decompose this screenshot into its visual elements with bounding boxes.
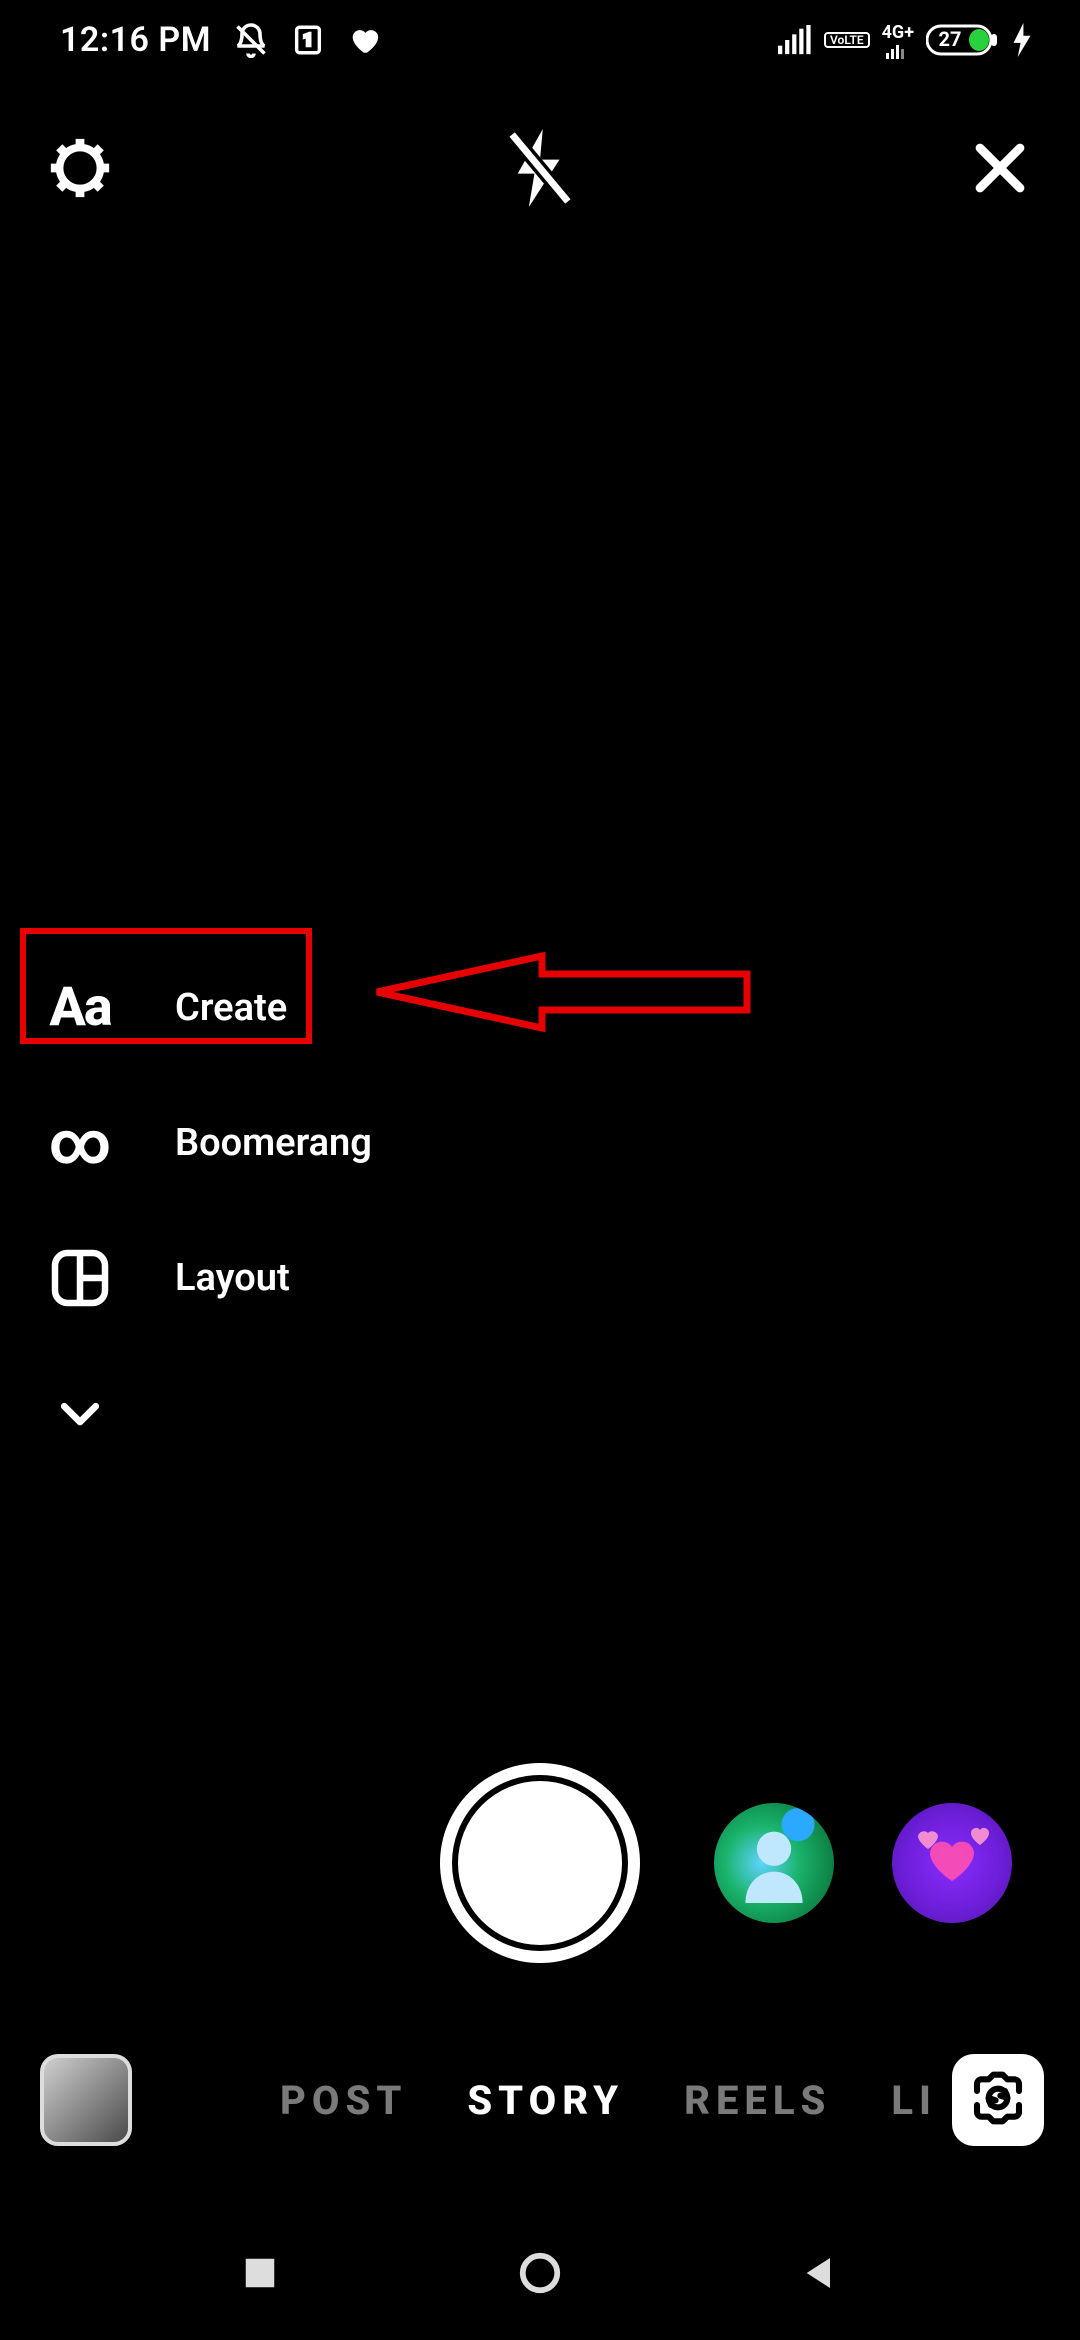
- side-item-label: Create: [175, 986, 287, 1030]
- layout-icon: [40, 1248, 120, 1308]
- camera-switch-icon: [970, 2070, 1026, 2130]
- text-aa-icon: Aa: [40, 976, 120, 1039]
- network-label: 4G+: [882, 22, 914, 43]
- side-item-label: Layout: [175, 1256, 290, 1300]
- mode-live[interactable]: LIVE: [891, 2077, 931, 2124]
- side-item-create[interactable]: Aa Create: [40, 940, 372, 1075]
- gallery-thumbnail[interactable]: [40, 2054, 132, 2146]
- network-4g-icon: 4G+: [882, 22, 914, 59]
- svg-text:27: 27: [939, 27, 962, 51]
- nav-recent-button[interactable]: [230, 2245, 290, 2305]
- android-navigation-bar: [0, 2210, 1080, 2340]
- side-item-label: Boomerang: [175, 1121, 372, 1165]
- square-icon: [241, 2254, 279, 2296]
- story-side-menu: Aa Create ∞ Boomerang Layout: [40, 940, 372, 1480]
- side-menu-more[interactable]: [40, 1345, 372, 1480]
- annotation-arrow-icon: [372, 952, 752, 1032]
- effect-avatar[interactable]: [714, 1803, 834, 1923]
- heart-icon: [347, 23, 381, 57]
- shutter-row: [0, 1763, 1080, 1963]
- infinity-icon: ∞: [40, 1107, 120, 1178]
- side-item-boomerang[interactable]: ∞ Boomerang: [40, 1075, 372, 1210]
- camera-top-bar: [0, 110, 1080, 230]
- svg-text:1: 1: [303, 31, 313, 51]
- capture-modes: POST STORY REELS LIVE: [280, 2077, 931, 2124]
- effect-hearts[interactable]: [892, 1803, 1012, 1923]
- flash-off-icon: [505, 129, 575, 211]
- charging-icon: [1012, 23, 1032, 57]
- switch-camera-button[interactable]: [952, 2054, 1044, 2146]
- battery-icon: 27: [926, 23, 1000, 57]
- hearts-icon: [892, 1803, 1012, 1923]
- volte-icon: Vo LTE: [824, 32, 870, 48]
- bell-off-icon: [233, 22, 269, 58]
- triangle-left-icon: [800, 2253, 840, 2297]
- mode-bar: POST STORY REELS LIVE: [0, 2050, 1080, 2150]
- shutter-button[interactable]: [440, 1763, 640, 1963]
- avatar-icon: [739, 1823, 809, 1907]
- nav-home-button[interactable]: [510, 2245, 570, 2305]
- signal-icon: [778, 25, 812, 55]
- gear-icon: [45, 133, 115, 207]
- mode-reels[interactable]: REELS: [684, 2077, 831, 2124]
- side-item-layout[interactable]: Layout: [40, 1210, 372, 1345]
- close-icon: [970, 138, 1030, 202]
- settings-button[interactable]: [40, 130, 120, 210]
- status-bar: 12:16 PM 1: [0, 0, 1080, 80]
- chevron-down-icon: [40, 1386, 120, 1440]
- flash-toggle-button[interactable]: [500, 130, 580, 210]
- sim-slot-icon: 1: [291, 23, 325, 57]
- mode-story[interactable]: STORY: [467, 2077, 624, 2124]
- circle-icon: [517, 2250, 563, 2300]
- close-button[interactable]: [960, 130, 1040, 210]
- mode-post[interactable]: POST: [280, 2077, 407, 2124]
- status-bar-left: 12:16 PM 1: [60, 20, 381, 60]
- nav-back-button[interactable]: [790, 2245, 850, 2305]
- status-time: 12:16 PM: [60, 20, 211, 60]
- status-bar-right: Vo LTE 4G+ 27: [778, 22, 1032, 59]
